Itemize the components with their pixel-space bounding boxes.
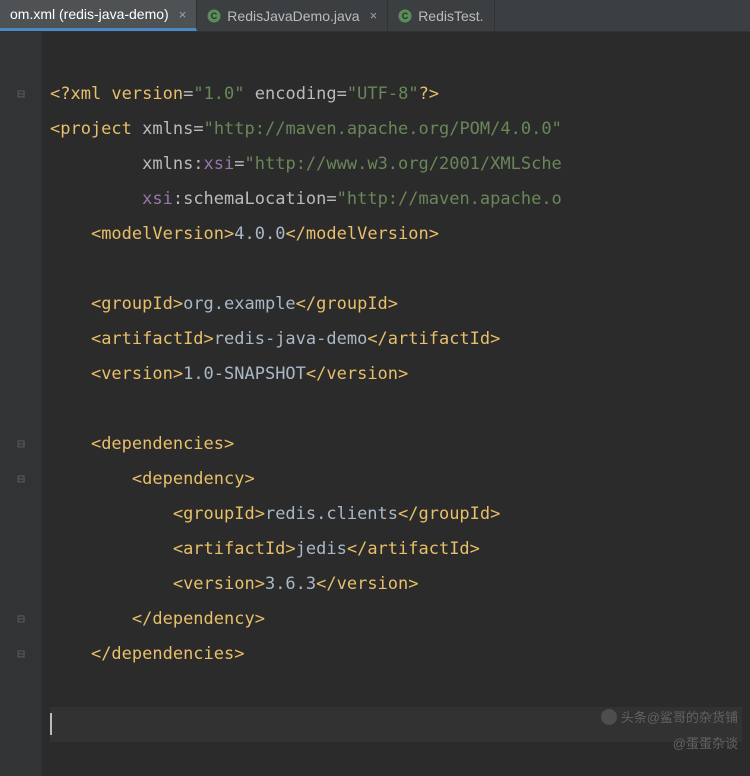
editor-area: ⊟ ⊟ ⊟ ⊟ ⊟ <?xml version="1.0" encoding="… — [0, 32, 750, 776]
modelversion-close: </modelVersion> — [285, 224, 439, 244]
groupid-text: org.example — [183, 294, 296, 314]
dependencies-close: </dependencies> — [91, 644, 245, 664]
groupid-open: <groupId> — [91, 294, 183, 314]
fold-toggle-icon[interactable]: ⊟ — [0, 462, 42, 497]
xml-pi-open: <? — [50, 84, 70, 104]
tab-label: RedisTest. — [418, 8, 483, 24]
tab-pom-xml[interactable]: om.xml (redis-java-demo) × — [0, 0, 197, 31]
xmlns-xsi-prefix: xmlns: — [142, 154, 203, 174]
schemaloc-val: "http://maven.apache.o — [337, 189, 562, 209]
fold-close-icon[interactable]: ⊟ — [0, 602, 42, 637]
svg-text:C: C — [402, 11, 409, 21]
dep-version-text: 3.6.3 — [265, 574, 316, 594]
dependencies-open: <dependencies> — [91, 434, 234, 454]
xmlns-attr: xmlns — [142, 119, 193, 139]
dep-version-close: </version> — [316, 574, 418, 594]
version-open: <version> — [91, 364, 183, 384]
xsi-ns: xsi — [204, 154, 235, 174]
watermark-text: 头条@鲨哥的杂货铺 — [601, 707, 738, 726]
artifactid-close: </artifactId> — [367, 329, 500, 349]
xml-version: "1.0" — [193, 84, 244, 104]
fold-toggle-icon[interactable]: ⊟ — [0, 77, 42, 112]
project-tag: <project — [50, 119, 132, 139]
encoding-val: "UTF-8" — [347, 84, 419, 104]
tab-redisjavademo[interactable]: C RedisJavaDemo.java × — [197, 0, 388, 31]
tab-label: om.xml (redis-java-demo) — [10, 6, 169, 22]
fold-close-icon[interactable]: ⊟ — [0, 637, 42, 672]
close-icon[interactable]: × — [179, 7, 187, 22]
artifactid-text: redis-java-demo — [214, 329, 368, 349]
dep-artifactid-open: <artifactId> — [173, 539, 296, 559]
watermark-text: @蛋蛋杂谈 — [673, 733, 738, 752]
dependency-open: <dependency> — [132, 469, 255, 489]
xml-pi-close: ?> — [419, 84, 439, 104]
tab-redistest[interactable]: C RedisTest. — [388, 0, 494, 31]
dep-version-open: <version> — [173, 574, 265, 594]
dep-artifactid-close: </artifactId> — [347, 539, 480, 559]
tab-label: RedisJavaDemo.java — [227, 8, 359, 24]
code-area[interactable]: <?xml version="1.0" encoding="UTF-8"?> <… — [42, 32, 750, 776]
xmlns-val: "http://maven.apache.org/POM/4.0.0" — [204, 119, 562, 139]
wechat-icon — [601, 709, 617, 725]
dep-artifactid-text: jedis — [296, 539, 347, 559]
encoding-attr: encoding — [255, 84, 337, 104]
artifactid-open: <artifactId> — [91, 329, 214, 349]
version-close: </version> — [306, 364, 408, 384]
svg-text:C: C — [211, 11, 218, 21]
class-icon: C — [207, 9, 221, 23]
dep-groupid-open: <groupId> — [173, 504, 265, 524]
xmlns-xsi-val: "http://www.w3.org/2001/XMLSche — [245, 154, 562, 174]
xml-pi-name: xml version — [70, 84, 183, 104]
editor-tabs: om.xml (redis-java-demo) × C RedisJavaDe… — [0, 0, 750, 32]
class-icon: C — [398, 9, 412, 23]
fold-toggle-icon[interactable]: ⊟ — [0, 427, 42, 462]
version-text: 1.0-SNAPSHOT — [183, 364, 306, 384]
close-icon[interactable]: × — [370, 8, 378, 23]
fold-marker — [0, 42, 42, 77]
dep-groupid-text: redis.clients — [265, 504, 398, 524]
xsi-ns: xsi — [142, 189, 173, 209]
groupid-close: </groupId> — [296, 294, 398, 314]
schemaloc-attr: :schemaLocation — [173, 189, 327, 209]
gutter[interactable]: ⊟ ⊟ ⊟ ⊟ ⊟ — [0, 32, 42, 776]
dep-groupid-close: </groupId> — [398, 504, 500, 524]
modelversion-text: 4.0.0 — [234, 224, 285, 244]
dependency-close: </dependency> — [132, 609, 265, 629]
text-caret — [50, 713, 52, 735]
modelversion-open: <modelVersion> — [91, 224, 234, 244]
